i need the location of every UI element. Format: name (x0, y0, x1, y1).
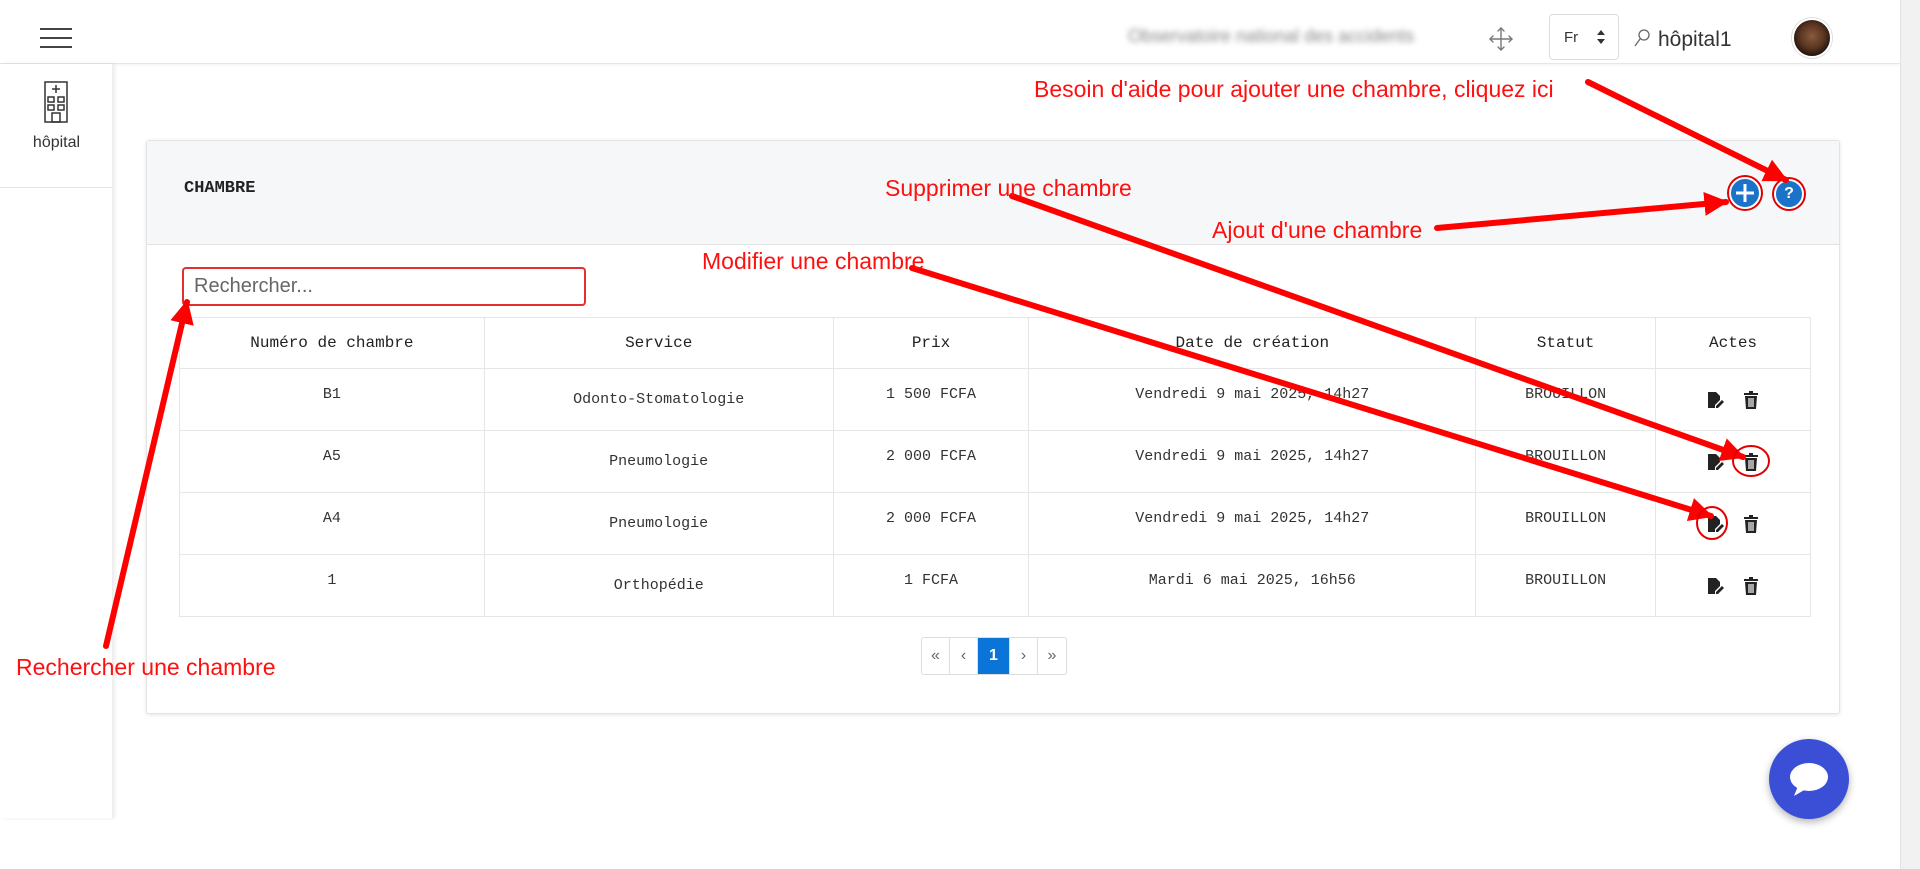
plus-icon (1736, 184, 1754, 202)
cell-prix: 2 000 FCFA (832, 430, 1030, 493)
cell-service: Orthopédie (483, 554, 834, 617)
cell-prix: 1 500 FCFA (832, 368, 1030, 431)
column-header: Actes (1655, 317, 1811, 369)
chambre-card: CHAMBRE ? Numéro de chambre Service Prix… (146, 140, 1840, 714)
cell-actions (1655, 430, 1811, 493)
trash-icon[interactable] (1742, 576, 1760, 595)
sidebar: hôpital (0, 64, 113, 818)
search-input[interactable] (182, 267, 586, 306)
cell-date: Vendredi 9 mai 2025, 14h27 (1028, 492, 1477, 555)
cell-actions (1655, 492, 1811, 555)
fullscreen-move-icon[interactable] (1488, 26, 1514, 52)
scrollbar[interactable] (1900, 0, 1920, 869)
help-button[interactable]: ? (1774, 179, 1804, 209)
trash-icon[interactable] (1742, 390, 1760, 409)
trash-icon[interactable] (1742, 514, 1760, 533)
annotation-delete: Supprimer une chambre (885, 175, 1132, 201)
pagination-prev[interactable]: ‹ (950, 638, 978, 674)
hospital-building-icon (44, 81, 68, 123)
cell-service: Pneumologie (483, 430, 834, 493)
pagination-next[interactable]: › (1010, 638, 1038, 674)
cell-statut: BROUILLON (1475, 554, 1657, 617)
cell-prix: 1 FCFA (832, 554, 1030, 617)
sidebar-item-hopital[interactable]: hôpital (0, 64, 113, 188)
column-header[interactable]: Numéro de chambre (179, 317, 485, 369)
user-icon (1634, 29, 1650, 47)
table-row: B1 Odonto-Stomatologie 1 500 FCFA Vendre… (179, 368, 1811, 431)
hamburger-menu-icon[interactable] (40, 28, 72, 48)
top-bar: Observatoire national des accidents Fr h… (0, 0, 1900, 64)
column-header[interactable]: Statut (1475, 317, 1657, 369)
cell-actions (1655, 368, 1811, 431)
page-title: CHAMBRE (184, 179, 256, 198)
pagination: « ‹ 1 › » (921, 637, 1067, 675)
cell-numero: B1 (179, 368, 485, 431)
table-row: A4 Pneumologie 2 000 FCFA Vendredi 9 mai… (179, 492, 1811, 555)
chat-bubble-icon (1790, 763, 1828, 796)
pagination-page-current[interactable]: 1 (978, 638, 1010, 674)
select-caret-icon (1597, 30, 1605, 44)
column-header[interactable]: Date de création (1028, 317, 1477, 369)
cell-numero: A5 (179, 430, 485, 493)
column-header[interactable]: Prix (832, 317, 1030, 369)
cell-date: Vendredi 9 mai 2025, 14h27 (1028, 430, 1477, 493)
cell-date: Mardi 6 mai 2025, 16h56 (1028, 554, 1477, 617)
edit-document-icon[interactable] (1706, 453, 1725, 471)
cell-statut: BROUILLON (1475, 368, 1657, 431)
user-name[interactable]: hôpital1 (1658, 28, 1732, 52)
cell-actions (1655, 554, 1811, 617)
cell-service: Pneumologie (483, 492, 834, 555)
edit-document-icon[interactable] (1706, 577, 1725, 595)
table-header-row: Numéro de chambre Service Prix Date de c… (179, 317, 1811, 369)
language-select[interactable]: Fr (1549, 14, 1619, 60)
cell-statut: BROUILLON (1475, 492, 1657, 555)
chambre-table: Numéro de chambre Service Prix Date de c… (179, 317, 1811, 617)
annotation-search: Rechercher une chambre (16, 654, 276, 680)
pagination-first[interactable]: « (922, 638, 950, 674)
trash-icon[interactable] (1742, 452, 1760, 471)
edit-document-icon[interactable] (1706, 515, 1725, 533)
cell-statut: BROUILLON (1475, 430, 1657, 493)
table-row: 1 Orthopédie 1 FCFA Mardi 6 mai 2025, 16… (179, 554, 1811, 617)
table-row: A5 Pneumologie 2 000 FCFA Vendredi 9 mai… (179, 430, 1811, 493)
cell-service: Odonto-Stomatologie (483, 368, 834, 431)
annotation-help: Besoin d'aide pour ajouter une chambre, … (1034, 76, 1554, 102)
annotation-edit: Modifier une chambre (702, 248, 925, 274)
sidebar-item-label: hôpital (32, 134, 81, 151)
column-header[interactable]: Service (483, 317, 834, 369)
pagination-last[interactable]: » (1038, 638, 1066, 674)
cell-numero: 1 (179, 554, 485, 617)
avatar[interactable] (1792, 18, 1832, 58)
annotation-add: Ajout d'une chambre (1212, 217, 1423, 243)
add-chambre-button[interactable] (1729, 177, 1761, 209)
language-value: Fr (1564, 28, 1579, 46)
cell-numero: A4 (179, 492, 485, 555)
organization-name: Observatoire national des accidents (1128, 26, 1415, 46)
chat-button[interactable] (1769, 739, 1849, 819)
cell-date: Vendredi 9 mai 2025, 14h27 (1028, 368, 1477, 431)
edit-document-icon[interactable] (1706, 391, 1725, 409)
cell-prix: 2 000 FCFA (832, 492, 1030, 555)
